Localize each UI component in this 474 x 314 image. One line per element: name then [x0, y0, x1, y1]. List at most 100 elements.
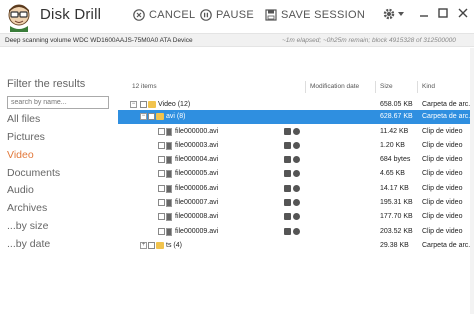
filter-sidebar: Filter the results [0, 48, 118, 314]
folder-name: avi (8) [166, 113, 186, 120]
row-checkbox[interactable] [148, 113, 155, 120]
video-file-icon [166, 156, 172, 164]
recover-icon[interactable] [284, 156, 291, 163]
column-header: 12 items Modification date Size Kind [118, 81, 474, 93]
scan-progress-text: ~1m elapsed; ~0h25m remain; block 491532… [282, 37, 456, 44]
file-row[interactable]: file000004.avi 684 bytes Clip de video [118, 153, 474, 167]
preview-icon[interactable] [293, 170, 300, 177]
cancel-icon [133, 9, 145, 21]
cancel-button[interactable]: CANCEL [133, 8, 195, 22]
minimize-icon[interactable] [418, 6, 430, 22]
preview-icon[interactable] [293, 128, 300, 135]
folder-name: ts (4) [166, 242, 182, 249]
row-checkbox[interactable] [140, 101, 147, 108]
sidebar-item-by-date[interactable]: ...by date [7, 238, 50, 250]
recover-icon[interactable] [284, 228, 291, 235]
file-kind: Clip de video [422, 142, 463, 149]
folder-row[interactable]: − avi (8) 628.67 KB Carpeta de arc... [118, 110, 474, 124]
recover-icon[interactable] [284, 128, 291, 135]
column-divider [305, 81, 306, 93]
file-row[interactable]: file000005.avi 4.65 KB Clip de video [118, 167, 474, 181]
save-session-button[interactable]: SAVE SESSION [265, 8, 365, 22]
collapse-icon[interactable]: − [140, 113, 147, 120]
video-file-icon [166, 199, 172, 207]
close-icon[interactable] [457, 6, 469, 22]
preview-icon[interactable] [293, 199, 300, 206]
file-kind: Clip de video [422, 128, 463, 135]
sidebar-item-documents[interactable]: Documents [7, 167, 60, 179]
column-modification-date[interactable]: Modification date [310, 83, 359, 90]
collapse-icon[interactable]: − [130, 101, 137, 108]
file-name: file000006.avi [175, 185, 219, 192]
file-kind: Clip de video [422, 199, 463, 206]
folder-icon [148, 101, 156, 108]
pause-label: PAUSE [216, 9, 254, 21]
pause-icon [200, 9, 212, 21]
disk-drill-window: Disk Drill CANCEL PAUSE SAVE SESSION Dee… [0, 0, 474, 314]
recover-icon[interactable] [284, 170, 291, 177]
row-checkbox[interactable] [158, 185, 165, 192]
video-file-icon [166, 185, 172, 193]
sidebar-item-by-size[interactable]: ...by size [7, 220, 48, 232]
expand-icon[interactable]: + [140, 242, 147, 249]
video-file-icon [166, 228, 172, 236]
recover-icon[interactable] [284, 199, 291, 206]
sidebar-item-video[interactable]: Video [7, 149, 34, 161]
recover-icon[interactable] [284, 185, 291, 192]
row-checkbox[interactable] [158, 213, 165, 220]
row-checkbox[interactable] [148, 242, 155, 249]
column-kind[interactable]: Kind [422, 83, 435, 90]
row-checkbox[interactable] [158, 156, 165, 163]
file-row[interactable]: file000000.avi 11.42 KB Clip de video [118, 125, 474, 139]
file-kind: Clip de video [422, 156, 463, 163]
preview-icon[interactable] [293, 213, 300, 220]
row-checkbox[interactable] [158, 142, 165, 149]
folder-row[interactable]: + ts (4) 29.38 KB Carpeta de arc... [118, 239, 474, 253]
maximize-icon[interactable] [437, 6, 449, 22]
file-list-panel: 12 items Modification date Size Kind − Vi… [118, 48, 474, 314]
row-checkbox[interactable] [158, 199, 165, 206]
save-icon [265, 9, 277, 21]
file-name: file000005.avi [175, 170, 219, 177]
preview-icon[interactable] [293, 185, 300, 192]
search-input[interactable] [7, 96, 109, 109]
file-size: 11.42 KB [380, 128, 409, 135]
column-size[interactable]: Size [380, 83, 393, 90]
file-size: 658.05 KB [380, 101, 413, 108]
sidebar-item-audio[interactable]: Audio [7, 184, 34, 196]
file-name: file000000.avi [175, 128, 219, 135]
file-size: 195.31 KB [380, 199, 413, 206]
file-kind: Clip de video [422, 170, 463, 177]
video-file-icon [166, 213, 172, 221]
preview-icon[interactable] [293, 142, 300, 149]
status-bar: Deep scanning volume WDC WD1600AAJS-75M0… [0, 33, 474, 47]
preview-icon[interactable] [293, 228, 300, 235]
scrollbar[interactable] [470, 48, 474, 314]
column-divider [417, 81, 418, 93]
file-name: file000004.avi [175, 156, 219, 163]
file-size: 628.67 KB [380, 113, 413, 120]
file-name: file000009.avi [175, 228, 219, 235]
sidebar-item-archives[interactable]: Archives [7, 202, 47, 214]
file-row[interactable]: file000009.avi 203.52 KB Clip de video [118, 225, 474, 239]
row-checkbox[interactable] [158, 128, 165, 135]
row-checkbox[interactable] [158, 228, 165, 235]
item-count: 12 items [132, 83, 157, 90]
scan-status-text: Deep scanning volume WDC WD1600AAJS-75M0… [5, 37, 193, 44]
file-row[interactable]: file000003.avi 1.20 KB Clip de video [118, 139, 474, 153]
file-kind: Carpeta de arc... [422, 101, 474, 108]
settings-gear-icon[interactable] [381, 6, 405, 22]
pause-button[interactable]: PAUSE [200, 8, 254, 22]
cancel-label: CANCEL [149, 9, 196, 21]
recover-icon[interactable] [284, 213, 291, 220]
sidebar-item-pictures[interactable]: Pictures [7, 131, 45, 143]
row-checkbox[interactable] [158, 170, 165, 177]
preview-icon[interactable] [293, 156, 300, 163]
sidebar-item-all-files[interactable]: All files [7, 113, 40, 125]
file-row[interactable]: file000008.avi 177.70 KB Clip de video [118, 210, 474, 224]
file-kind: Carpeta de arc... [422, 242, 474, 249]
file-kind: Clip de video [422, 213, 463, 220]
file-row[interactable]: file000006.avi 14.17 KB Clip de video [118, 182, 474, 196]
file-row[interactable]: file000007.avi 195.31 KB Clip de video [118, 196, 474, 210]
recover-icon[interactable] [284, 142, 291, 149]
